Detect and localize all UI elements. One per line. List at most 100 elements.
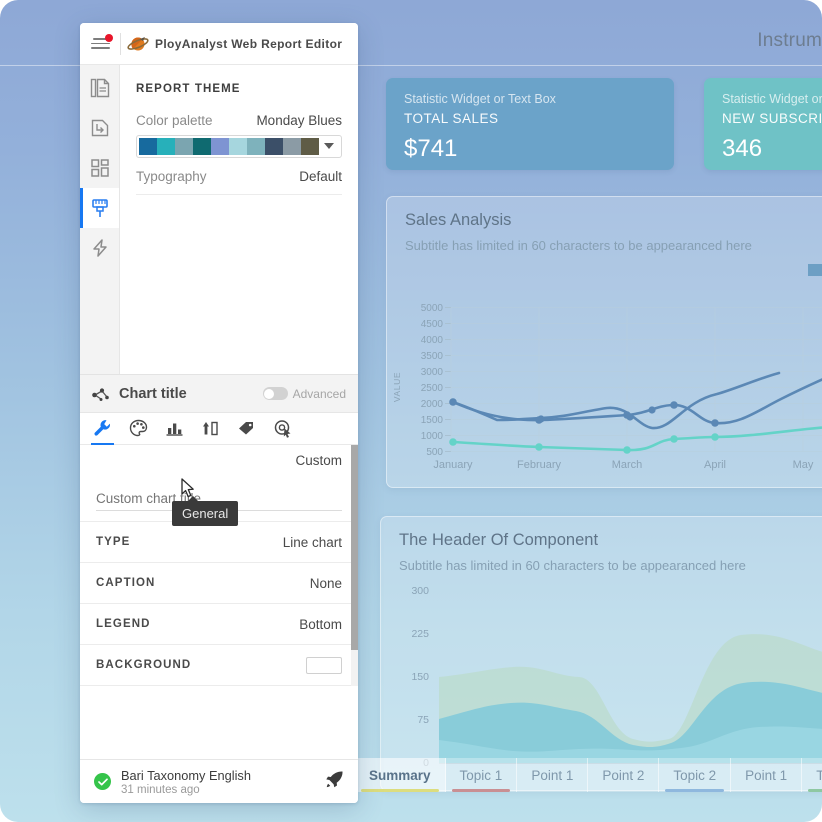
save-timestamp: 31 minutes ago [121,783,200,796]
hamburger-line [90,47,110,50]
svg-text:1000: 1000 [421,431,444,442]
document-name: Bari Taxonomy English [121,767,251,783]
hamburger-line [90,42,110,45]
editor-titlebar: PloyAnalyst Web Report Editor [80,23,358,65]
chart-legend: Sales($) [808,263,822,277]
tab-underline [451,789,511,792]
svg-text:4000: 4000 [421,335,444,346]
settings-scrollbar[interactable] [351,445,358,650]
stat-widget-value: $741 [404,135,458,162]
chart-settings-title: Chart title [119,385,187,402]
background-color-swatch[interactable] [306,656,342,674]
tab-general[interactable] [90,414,115,445]
save-status-texts: Bari Taxonomy English 31 minutes ago [121,768,315,796]
palette-swatch [139,138,157,155]
widgets-icon [90,159,109,177]
setting-key: TYPE [96,536,131,548]
component-area-chart: 300 225 150 75 0 [411,585,822,769]
sales-analysis-chart: VALUE 5000 4500 4000 3500 3000 2500 2000… [392,303,822,471]
setting-key: CAPTION [96,577,156,589]
sales-analysis-subtitle: Subtitle has limited in 60 characters to… [405,238,752,253]
svg-text:VALUE: VALUE [392,372,402,402]
sidebar-item-widgets[interactable] [80,148,119,188]
sidebar-item-actions[interactable] [80,228,119,268]
tab-topic-1[interactable]: Topic 1 [446,758,518,792]
tab-underline [361,789,439,792]
palette-swatch [301,138,319,155]
stat-widget-total-sales[interactable]: Statistic Widget or Text Box TOTAL SALES… [386,78,674,170]
sales-analysis-card[interactable]: Sales Analysis Subtitle has limited in 6… [386,196,822,488]
dashboard-title: Instrum [757,30,822,51]
settings-empty-space [80,686,358,759]
palette-swatch [157,138,175,155]
advanced-toggle[interactable]: Advanced [262,387,346,401]
stat-widget-new-subscriptions[interactable]: Statistic Widget or T NEW SUBSCRIPTI 346 [704,78,822,170]
tab-axis[interactable] [198,414,223,444]
advanced-switch[interactable] [262,387,288,400]
svg-text:225: 225 [411,628,429,640]
tab-point-1b[interactable]: Point 1 [731,758,803,792]
editor-body: REPORT THEME Color palette Monday Blues [80,65,358,374]
stat-widget-label: NEW SUBSCRIPTI [722,111,822,126]
color-palette-select[interactable] [136,135,342,158]
sidebar-item-pages[interactable] [80,68,119,108]
setting-row-type[interactable]: TYPE Line chart [80,522,358,563]
setting-row-background[interactable]: BACKGROUND [80,645,358,686]
setting-key: LEGEND [96,618,151,630]
tag-icon [239,422,253,435]
chart-title-mode-row[interactable]: Custom [80,445,358,468]
tab-underline [665,789,725,792]
setting-value: Bottom [299,616,342,632]
tab-point-1a[interactable]: Point 1 [517,758,589,792]
svg-text:January: January [433,459,473,471]
palette-swatch [211,138,229,155]
palette-swatch [193,138,211,155]
theme-divider [136,194,342,195]
palette-swatch [283,138,301,155]
hamburger-menu-icon[interactable] [80,23,120,64]
publish-rocket-icon[interactable] [325,770,344,794]
svg-text:3500: 3500 [421,351,444,362]
report-editor-window: PloyAnalyst Web Report Editor REPORT THE… [80,23,358,803]
dashboard-tabstrip[interactable]: Summary Topic 1 Point 1 Point 2 Topic 2 … [355,758,822,792]
chart-title-mode: Custom [295,453,342,468]
tab-underline [808,789,822,792]
component-header-card[interactable]: The Header Of Component Subtitle has lim… [380,516,822,791]
component-chart-title: The Header Of Component [399,531,599,549]
sidebar-item-theme[interactable] [80,188,119,228]
sidebar-item-import[interactable] [80,108,119,148]
setting-row-legend[interactable]: LEGEND Bottom [80,604,358,645]
chart-settings-header: Chart title Advanced [80,375,358,413]
setting-row-caption[interactable]: CAPTION None [80,563,358,604]
component-chart-subtitle: Subtitle has limited in 60 characters to… [399,558,746,573]
editor-icon-rail[interactable] [80,65,120,374]
chart-settings-tabs[interactable] [80,413,358,445]
svg-text:March: March [612,459,643,471]
paintbrush-icon [91,198,108,217]
svg-text:5000: 5000 [421,303,444,314]
tab-series[interactable] [162,414,187,444]
svg-text:May: May [793,459,814,471]
tab-summary[interactable]: Summary [355,758,446,792]
target-click-icon [274,420,291,438]
setting-value: None [309,575,342,591]
setting-key: BACKGROUND [96,659,192,671]
stat-widget-value: 346 [722,135,763,162]
tab-label: Summary [369,767,431,783]
svg-text:February: February [517,459,562,471]
chevron-down-icon[interactable] [319,143,339,150]
tab-label: Topic 3 [816,767,822,783]
tab-topic-3[interactable]: Topic 3 [802,758,822,792]
tab-point-2[interactable]: Point 2 [588,758,660,792]
tab-interactions[interactable] [270,414,295,444]
tab-topic-2[interactable]: Topic 2 [659,758,732,792]
pages-icon [90,78,109,98]
typography-row[interactable]: Typography Default [136,169,342,184]
saved-check-icon [94,773,111,790]
palette-swatch [265,138,283,155]
svg-text:2000: 2000 [421,399,444,410]
wrench-icon [94,420,111,436]
tab-colors[interactable] [126,414,151,444]
tab-labels[interactable] [234,414,259,444]
sales-analysis-title: Sales Analysis [405,211,512,229]
